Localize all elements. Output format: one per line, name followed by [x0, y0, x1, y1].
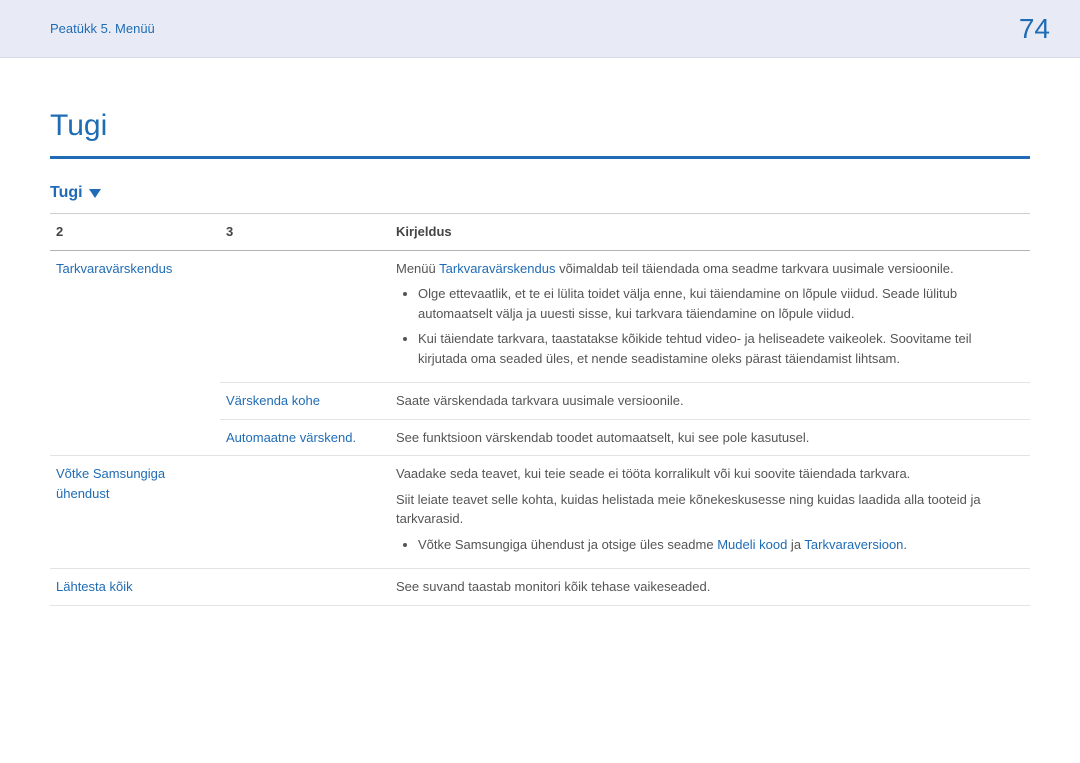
- desc-line1: Vaadake seda teavet, kui teie seade ei t…: [396, 464, 1024, 484]
- page-header: Peatükk 5. Menüü 74: [0, 0, 1080, 58]
- section-label: Tugi: [50, 181, 83, 205]
- column-header-2: 2: [50, 214, 220, 251]
- desc-text-pre: Menüü: [396, 261, 439, 276]
- bullet-item: Kui täiendate tarkvara, taastatakse kõik…: [418, 329, 1024, 368]
- page-content: Tugi Tugi 2 3 Kirjeldus Tarkvaravärskend…: [0, 58, 1080, 606]
- cell-desc: See suvand taastab monitori kõik tehase …: [390, 569, 1030, 606]
- cell-level2: [50, 419, 220, 456]
- keyword-model-code: Mudeli kood: [717, 537, 787, 552]
- cell-desc: Saate värskendada tarkvara uusimale vers…: [390, 383, 1030, 420]
- keyword-sw-version: Tarkvaraversioon: [804, 537, 903, 552]
- table-row: Tarkvaravärskendus Menüü Tarkvaravärsken…: [50, 250, 1030, 383]
- cell-level3: [220, 250, 390, 383]
- cell-desc: Vaadake seda teavet, kui teie seade ei t…: [390, 456, 1030, 569]
- page-title: Tugi: [50, 103, 1030, 159]
- cell-level3: Värskenda kohe: [220, 383, 390, 420]
- bullet-item: Olge ettevaatlik, et te ei lülita toidet…: [418, 284, 1024, 323]
- bullet-post: .: [903, 537, 907, 552]
- desc-text-post: võimaldab teil täiendada oma seadme tark…: [555, 261, 953, 276]
- bullet-list: Olge ettevaatlik, et te ei lülita toidet…: [396, 284, 1024, 368]
- cell-level2: Lähtesta kõik: [50, 569, 220, 606]
- column-header-desc: Kirjeldus: [390, 214, 1030, 251]
- chevron-down-icon: [89, 189, 101, 198]
- column-header-3: 3: [220, 214, 390, 251]
- settings-table: 2 3 Kirjeldus Tarkvaravärskendus Menüü T…: [50, 213, 1030, 606]
- bullet-list: Võtke Samsungiga ühendust ja otsige üles…: [396, 535, 1024, 555]
- bullet-mid: ja: [787, 537, 804, 552]
- bullet-item: Võtke Samsungiga ühendust ja otsige üles…: [418, 535, 1024, 555]
- cell-level2: Võtke Samsungiga ühendust: [50, 456, 220, 569]
- table-row: Värskenda kohe Saate värskendada tarkvar…: [50, 383, 1030, 420]
- cell-level2: Tarkvaravärskendus: [50, 250, 220, 383]
- cell-desc: Menüü Tarkvaravärskendus võimaldab teil …: [390, 250, 1030, 383]
- cell-desc: See funktsioon värskendab toodet automaa…: [390, 419, 1030, 456]
- table-row: Automaatne värskend. See funktsioon värs…: [50, 419, 1030, 456]
- section-header[interactable]: Tugi: [50, 181, 1030, 213]
- table-row: Lähtesta kõik See suvand taastab monitor…: [50, 569, 1030, 606]
- page-number: 74: [1019, 8, 1050, 50]
- cell-level2: [50, 383, 220, 420]
- bullet-pre: Võtke Samsungiga ühendust ja otsige üles…: [418, 537, 717, 552]
- breadcrumb[interactable]: Peatükk 5. Menüü: [50, 19, 155, 39]
- desc-line2: Siit leiate teavet selle kohta, kuidas h…: [396, 490, 1024, 529]
- cell-level3: [220, 569, 390, 606]
- desc-keyword: Tarkvaravärskendus: [439, 261, 555, 276]
- cell-level3: Automaatne värskend.: [220, 419, 390, 456]
- cell-level3: [220, 456, 390, 569]
- table-row: Võtke Samsungiga ühendust Vaadake seda t…: [50, 456, 1030, 569]
